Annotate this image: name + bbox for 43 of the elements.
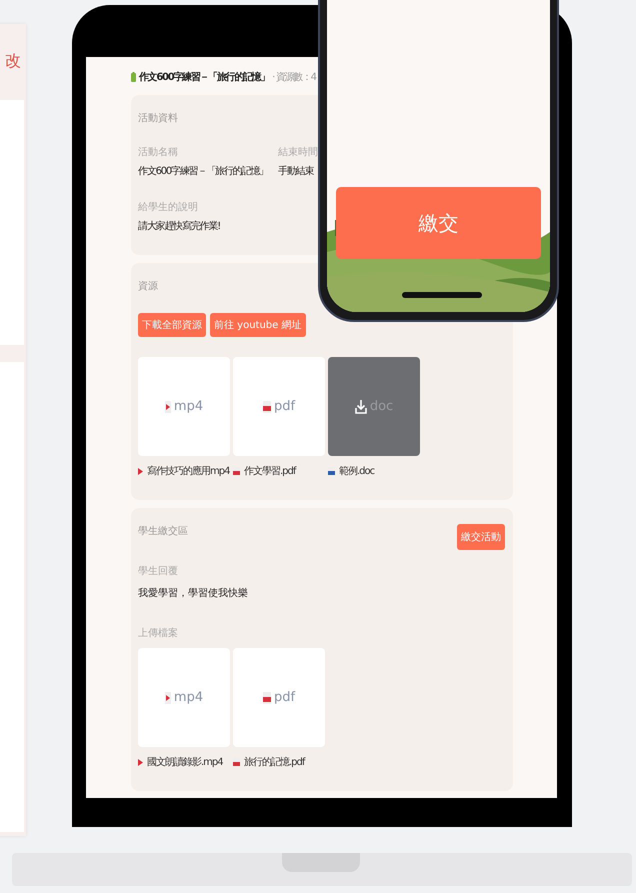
pdf-file-icon <box>233 466 240 476</box>
field-label: 上傳檔案 <box>138 626 179 640</box>
field-value: 作文600字練習－「旅行的記憶」 <box>138 164 268 178</box>
submit-button[interactable]: 繳交 <box>336 187 541 259</box>
pdf-file-icon <box>262 400 271 412</box>
section-heading: 資源 <box>138 280 159 293</box>
file-name[interactable]: 旅行的記憶.pdf <box>244 755 304 769</box>
field-label: 活動名稱 <box>138 146 178 159</box>
file-type: mp4 <box>174 690 204 705</box>
file-thumbnail[interactable]: pdf <box>233 357 325 456</box>
file-name[interactable]: 國文朗讀錄影.mp4 <box>147 755 223 769</box>
field-label: 學生回覆 <box>138 564 179 578</box>
file-thumbnail[interactable]: pdf <box>233 648 325 747</box>
video-file-icon <box>164 692 171 704</box>
action-button[interactable]: 下載全部資源 <box>138 313 206 337</box>
pdf-file-icon <box>233 758 240 766</box>
field-value: 請大家趕快寫完作業! <box>138 220 220 233</box>
resource-count: · 資源數：4 <box>272 71 316 84</box>
video-file-icon <box>138 466 143 476</box>
document-file-icon <box>328 466 335 476</box>
panel-title: 改 <box>5 53 21 69</box>
video-file-icon <box>164 400 171 412</box>
submit-activity-button[interactable]: 繳交活動 <box>457 524 505 550</box>
student-reply: 我愛學習，學習使我快樂 <box>138 586 249 600</box>
download-icon <box>354 400 367 414</box>
section-heading: 活動資料 <box>138 112 179 125</box>
video-file-icon <box>138 758 143 766</box>
file-thumbnail[interactable]: mp4 <box>138 357 230 456</box>
file-type: pdf <box>274 690 296 705</box>
page-title: 作文600字練習－「旅行的記憶」 <box>139 70 270 84</box>
field-label: 結束時間 <box>278 146 318 159</box>
file-type: pdf <box>274 399 296 414</box>
file-name[interactable]: 寫作技巧的應用mp4 <box>147 464 230 478</box>
field-value: 手動結束 <box>278 164 314 178</box>
battery-icon <box>131 72 136 82</box>
file-thumbnail[interactable]: mp4 <box>138 648 230 747</box>
pdf-file-icon <box>262 692 271 704</box>
file-type: mp4 <box>174 399 204 414</box>
file-name[interactable]: 範例.doc <box>339 464 374 478</box>
section-heading: 學生繳交區 <box>138 524 188 538</box>
field-label: 給學生的說明 <box>138 200 198 214</box>
action-button[interactable]: 前往 youtube 網址 <box>210 313 306 337</box>
file-name[interactable]: 作文學習.pdf <box>244 464 296 478</box>
